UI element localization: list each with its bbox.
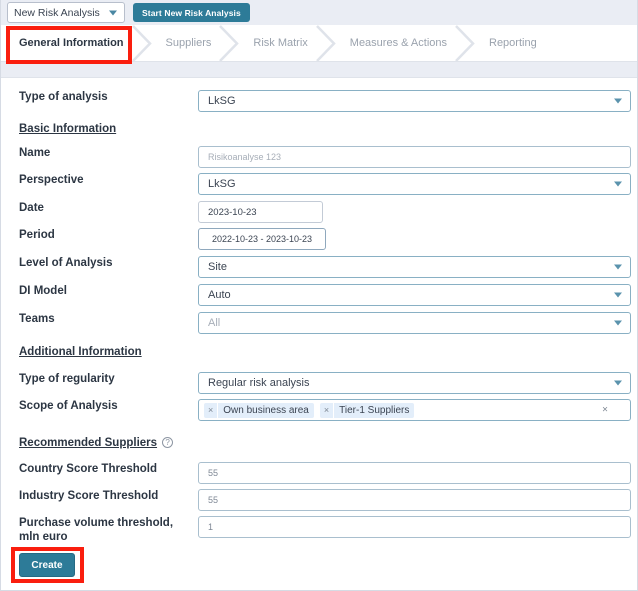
name-input[interactable]: Risikoanalyse 123 xyxy=(198,146,631,168)
purchase-volume-threshold-input[interactable]: 1 xyxy=(198,516,631,538)
content-separator-band xyxy=(1,62,637,78)
teams-placeholder: All xyxy=(208,317,221,329)
field-row-teams: Teams All xyxy=(1,312,637,334)
chevron-down-icon xyxy=(614,98,622,104)
field-row-scope-of-analysis: Scope of Analysis × Own business area × … xyxy=(1,399,637,421)
analysis-type-select[interactable]: New Risk Analysis xyxy=(7,2,125,23)
label-country-score-threshold: Country Score Threshold xyxy=(19,463,158,475)
teams-select[interactable]: All xyxy=(198,312,631,334)
general-information-form: Type of analysis LkSG Basic Information … xyxy=(1,78,637,590)
scope-of-analysis-multiselect[interactable]: × Own business area × Tier-1 Suppliers × xyxy=(198,399,631,421)
type-of-analysis-value: LkSG xyxy=(208,95,236,107)
date-input[interactable]: 2023-10-23 xyxy=(198,201,323,223)
country-score-threshold-input[interactable]: 55 xyxy=(198,462,631,484)
chevron-down-icon xyxy=(614,320,622,326)
industry-score-threshold-value: 55 xyxy=(208,495,219,505)
tab-reporting-label: Reporting xyxy=(489,37,537,49)
create-button[interactable]: Create xyxy=(19,553,75,577)
label-teams: Teams xyxy=(19,313,55,325)
section-heading-basic-information: Basic Information xyxy=(19,123,117,135)
start-new-risk-analysis-button[interactable]: Start New Risk Analysis xyxy=(133,3,250,22)
help-question-icon[interactable]: ? xyxy=(162,437,174,448)
label-di-model: DI Model xyxy=(19,285,67,297)
label-date: Date xyxy=(19,202,44,214)
section-heading-recommended-suppliers-label: Recommended Suppliers xyxy=(19,437,158,449)
industry-score-threshold-input[interactable]: 55 xyxy=(198,489,631,511)
new-risk-analysis-page: New Risk Analysis Start New Risk Analysi… xyxy=(0,0,638,591)
tab-measures-and-actions-label: Measures & Actions xyxy=(349,37,447,49)
di-model-select[interactable]: Auto xyxy=(198,284,631,306)
analysis-type-select-value: New Risk Analysis xyxy=(14,6,100,19)
tab-measures-and-actions[interactable]: Measures & Actions xyxy=(326,25,475,62)
label-perspective: Perspective xyxy=(19,174,84,186)
di-model-value: Auto xyxy=(208,289,231,301)
type-of-regularity-value: Regular risk analysis xyxy=(208,377,310,389)
field-row-perspective: Perspective LkSG xyxy=(1,173,637,195)
field-row-name: Name Risikoanalyse 123 xyxy=(1,146,637,168)
type-of-analysis-select[interactable]: LkSG xyxy=(198,90,631,112)
label-scope-of-analysis: Scope of Analysis xyxy=(19,400,118,412)
purchase-volume-threshold-value: 1 xyxy=(208,522,214,532)
country-score-threshold-value: 55 xyxy=(208,468,219,478)
field-row-type-of-regularity: Type of regularity Regular risk analysis xyxy=(1,372,637,394)
field-row-level-of-analysis: Level of Analysis Site xyxy=(1,256,637,278)
label-purchase-volume-threshold: Purchase volume threshold, mln euro xyxy=(19,517,174,543)
chevron-down-icon xyxy=(614,181,622,187)
field-row-type-of-analysis: Type of analysis LkSG xyxy=(1,90,637,112)
tag-remove-icon[interactable]: × xyxy=(204,402,219,418)
scope-tag[interactable]: × Tier-1 Suppliers xyxy=(319,402,415,418)
tab-general-information[interactable]: General Information xyxy=(1,25,152,62)
label-period: Period xyxy=(19,229,55,241)
label-industry-score-threshold: Industry Score Threshold xyxy=(19,490,159,502)
tab-suppliers[interactable]: Suppliers xyxy=(142,25,240,62)
tag-remove-icon[interactable]: × xyxy=(320,402,335,418)
field-row-di-model: DI Model Auto xyxy=(1,284,637,306)
step-tabs: General Information Suppliers Risk Matri… xyxy=(1,25,637,62)
name-input-placeholder: Risikoanalyse 123 xyxy=(208,152,282,162)
label-type-of-analysis: Type of analysis xyxy=(19,91,108,103)
tab-suppliers-label: Suppliers xyxy=(165,37,212,49)
level-of-analysis-value: Site xyxy=(208,261,227,273)
perspective-value: LkSG xyxy=(208,178,236,190)
period-range-picker[interactable]: 2022-10-23 - 2023-10-23 xyxy=(198,228,326,250)
tab-general-information-label: General Information xyxy=(19,37,124,49)
type-of-regularity-select[interactable]: Regular risk analysis xyxy=(198,372,631,394)
scope-tag-label: Own business area xyxy=(223,404,309,416)
field-row-period: Period 2022-10-23 - 2023-10-23 xyxy=(1,228,637,250)
section-heading-recommended-suppliers: Recommended Suppliers? xyxy=(19,436,174,450)
section-heading-additional-information: Additional Information xyxy=(19,346,142,358)
field-row-purchase-volume-threshold: Purchase volume threshold, mln euro 1 xyxy=(1,516,637,548)
date-value: 2023-10-23 xyxy=(208,206,257,218)
chevron-down-icon xyxy=(614,292,622,298)
chevron-down-icon xyxy=(614,264,622,270)
level-of-analysis-select[interactable]: Site xyxy=(198,256,631,278)
tab-reporting[interactable]: Reporting xyxy=(465,25,555,61)
field-row-date: Date 2023-10-23 xyxy=(1,201,637,223)
label-level-of-analysis: Level of Analysis xyxy=(19,257,113,269)
tab-risk-matrix-label: Risk Matrix xyxy=(253,37,308,49)
tab-risk-matrix[interactable]: Risk Matrix xyxy=(229,25,336,62)
clear-all-icon[interactable]: × xyxy=(602,405,608,416)
period-value: 2022-10-23 - 2023-10-23 xyxy=(211,234,313,244)
scope-tag-label: Tier-1 Suppliers xyxy=(339,404,410,416)
label-type-of-regularity: Type of regularity xyxy=(19,373,115,385)
label-name: Name xyxy=(19,147,51,159)
chevron-down-icon xyxy=(614,380,622,386)
field-row-country-score-threshold: Country Score Threshold 55 xyxy=(1,462,637,484)
top-toolbar: New Risk Analysis Start New Risk Analysi… xyxy=(1,0,637,25)
chevron-down-icon xyxy=(109,10,117,15)
field-row-industry-score-threshold: Industry Score Threshold 55 xyxy=(1,489,637,511)
perspective-select[interactable]: LkSG xyxy=(198,173,631,195)
scope-tag[interactable]: × Own business area xyxy=(204,402,314,418)
